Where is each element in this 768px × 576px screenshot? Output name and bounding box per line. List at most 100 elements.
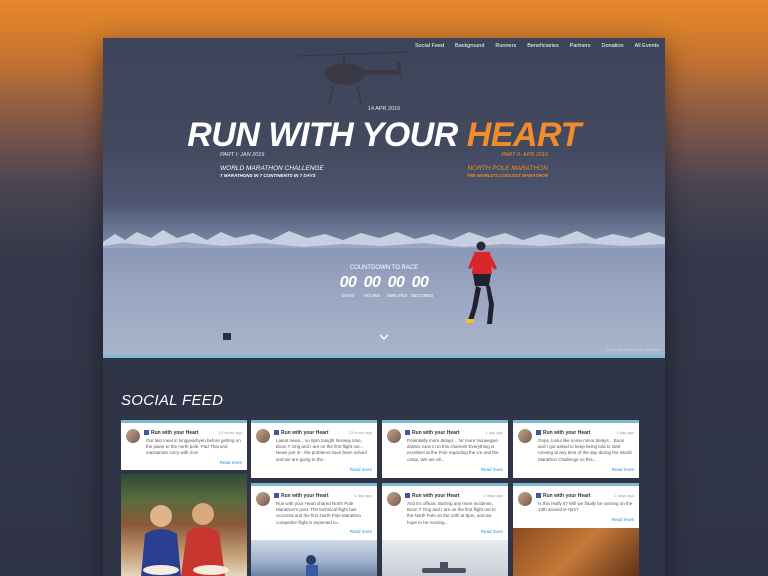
countdown-hours-unit: HOURS: [363, 293, 381, 298]
card-text: Latest news... so 8pm tonight Norway tim…: [276, 438, 367, 462]
feed-card[interactable]: Run with your Heart 13 hours ago Latest …: [251, 420, 377, 478]
marker-flag: [223, 333, 231, 340]
browser-window: Social Feed Background Runners Beneficia…: [103, 38, 665, 576]
countdown-minutes-unit: MINUTES: [387, 293, 408, 298]
facebook-icon: [405, 430, 410, 435]
challenge-left-title: WORLD MARATHON CHALLENGE: [220, 165, 324, 172]
hero-title-accent: HEART: [466, 116, 582, 154]
helicopter-image: [297, 51, 409, 105]
nav-social-feed[interactable]: Social Feed: [415, 43, 444, 49]
card-author: Run with your Heart: [151, 430, 199, 436]
facebook-icon: [274, 493, 279, 498]
hero-title-main: RUN WITH YOUR: [187, 116, 467, 154]
card-time: 2 days ago: [614, 493, 634, 498]
read-more-link[interactable]: Read more: [350, 467, 372, 472]
read-more-link[interactable]: Read more: [612, 517, 634, 522]
feed-photo-plane[interactable]: [382, 540, 508, 576]
social-feed-title: SOCIAL FEED: [121, 392, 224, 409]
countdown-minutes: 00 MINUTES: [387, 274, 408, 299]
card-author: Run with your Heart: [281, 430, 329, 436]
card-time: 1 day ago: [485, 430, 503, 435]
hero-divider: [103, 355, 665, 358]
feed-card[interactable]: Run with your Heart 2 days ago Is this r…: [513, 483, 639, 528]
avatar: [518, 492, 532, 506]
nav-donation[interactable]: Donation: [602, 43, 624, 49]
countdown-days-value: 00: [339, 274, 357, 291]
countdown-hours-value: 00: [363, 274, 381, 291]
feed-card[interactable]: Run with your Heart 1 day ago Potentiall…: [382, 420, 508, 478]
read-more-link[interactable]: Read more: [220, 460, 242, 465]
feed-photo-interior[interactable]: [513, 528, 639, 576]
card-text: Run with your Heart shared North Pole Ma…: [276, 501, 362, 525]
feed-photo-polar-runner[interactable]: [251, 540, 377, 576]
card-accent-bar: [121, 420, 247, 423]
card-accent-bar: [251, 483, 377, 486]
diners-illustration: [141, 503, 229, 576]
card-accent-bar: [513, 420, 639, 423]
avatar: [518, 429, 532, 443]
card-author: Run with your Heart: [412, 493, 460, 499]
facebook-icon: [536, 493, 541, 498]
hero-title: RUN WITH YOUR HEART: [103, 116, 665, 155]
read-more-link[interactable]: Read more: [612, 467, 634, 472]
card-author: Run with your Heart: [412, 430, 460, 436]
facebook-icon: [536, 430, 541, 435]
challenge-left: WORLD MARATHON CHALLENGE 7 MARATHONS IN …: [220, 165, 324, 178]
read-more-link[interactable]: Read more: [350, 529, 372, 534]
hero-section: Social Feed Background Runners Beneficia…: [103, 38, 665, 355]
feed-card[interactable]: Run with your Heart 1 day ago Run with y…: [251, 483, 377, 540]
part-one-label: PART I: JAN 2016: [220, 152, 265, 158]
countdown-seconds-unit: SECONDS: [411, 293, 434, 298]
countdown-days-unit: DAYS: [342, 293, 354, 298]
countdown-minutes-value: 00: [387, 274, 405, 291]
avatar: [387, 492, 401, 506]
feed-card[interactable]: Run with your Heart 1 day ago Oops, look…: [513, 420, 639, 478]
feed-card[interactable]: Run with your Heart 12 hours ago Our las…: [121, 420, 247, 470]
polar-runner-illustration: [306, 555, 318, 576]
card-time: 2 days ago: [483, 493, 503, 498]
read-more-link[interactable]: Read more: [481, 467, 503, 472]
challenge-left-sub: 7 MARATHONS IN 7 CONTINENTS IN 7 DAYS: [220, 173, 316, 178]
nav-runners[interactable]: Runners: [495, 43, 516, 49]
countdown-seconds-value: 00: [411, 274, 429, 291]
top-nav: Social Feed Background Runners Beneficia…: [415, 43, 659, 49]
card-accent-bar: [382, 420, 508, 423]
card-text: Oops, looks like some minor delays... Bo…: [538, 438, 632, 462]
countdown-hours: 00 HOURS: [363, 274, 381, 299]
countdown-seconds: 00 SECONDS: [411, 274, 434, 299]
card-author: Run with your Heart: [543, 430, 591, 436]
read-more-link[interactable]: Read more: [481, 529, 503, 534]
nav-all-events[interactable]: All Events: [635, 43, 659, 49]
card-author: Run with your Heart: [543, 493, 591, 499]
nav-beneficiaries[interactable]: Beneficiaries: [527, 43, 559, 49]
facebook-icon: [405, 493, 410, 498]
avatar: [387, 429, 401, 443]
chevron-down-icon[interactable]: [379, 333, 389, 341]
card-time: 1 day ago: [354, 493, 372, 498]
avatar: [126, 429, 140, 443]
card-text: Our last meal in longyearbyen before get…: [146, 438, 241, 456]
nav-background[interactable]: Background: [455, 43, 484, 49]
card-time: 13 hours ago: [348, 430, 372, 435]
card-time: 12 hours ago: [218, 430, 242, 435]
avatar: [256, 429, 270, 443]
feed-card[interactable]: Run with your Heart 2 days ago And it's …: [382, 483, 508, 540]
plane-illustration: [422, 562, 466, 573]
part-two-label: PART II: APR 2016: [501, 152, 548, 158]
card-time: 1 day ago: [616, 430, 634, 435]
countdown-label: COUNTDOWN TO RACE: [349, 265, 419, 271]
challenge-right-sub: THE WORLD'S COOLEST MARATHON: [466, 173, 548, 178]
feed-photo-restaurant[interactable]: [121, 474, 247, 576]
facebook-icon: [274, 430, 279, 435]
card-text: Is this really it? Will we finally be ru…: [538, 501, 633, 513]
challenge-right-title: NORTH POLE MARATHON: [467, 165, 548, 172]
challenge-right: NORTH POLE MARATHON THE WORLD'S COOLEST …: [467, 165, 548, 178]
nav-partners[interactable]: Partners: [570, 43, 591, 49]
card-text: Potentially more delays... for more Norw…: [407, 438, 499, 462]
card-text: And it's official. Barring any more inci…: [407, 501, 496, 525]
countdown: 00 DAYS 00 HOURS 00 MINUTES 00 SECONDS: [339, 274, 434, 299]
facebook-icon: [144, 430, 149, 435]
avatar: [256, 492, 270, 506]
card-author: Run with your Heart: [281, 493, 329, 499]
hero-date: 14 APR 2016: [367, 106, 401, 112]
